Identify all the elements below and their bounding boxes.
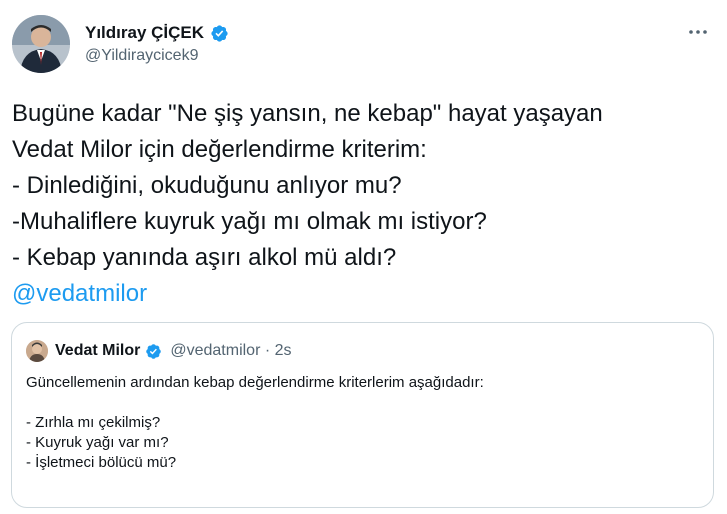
quoted-text-line: - Kuyruk yağı var mı? [26,434,169,451]
quoted-tweet[interactable]: Vedat Milor @vedatmilor · 2s Güncellemen… [11,322,714,508]
verified-badge-icon [210,24,229,43]
mention-link[interactable]: @vedatmilor [12,276,712,312]
more-horizontal-icon [689,30,707,34]
quoted-author-avatar [26,340,48,362]
quoted-tweet-text: Güncellemenin ardından kebap değerlendir… [26,373,696,473]
tweet-text-line: -Muhaliflere kuyruk yağı mı olmak mı ist… [12,208,487,235]
tweet-text-line: Vedat Milor için değerlendirme kriterim: [12,136,427,163]
more-options-button[interactable] [683,20,713,44]
quoted-text-line: Güncellemenin ardından kebap değerlendir… [26,374,484,391]
avatar-portrait-icon [26,340,48,362]
tweet-text-line: - Kebap yanında aşırı alkol mü aldı? [12,244,397,271]
quoted-text-line [26,393,696,413]
author-block: Yıldıray ÇİÇEK @Yildiraycicek9 [85,22,229,65]
tweet-text-line: Bugüne kadar "Ne şiş yansın, ne kebap" h… [12,100,603,127]
quoted-author-meta: @vedatmilor · 2s [170,342,292,359]
author-name-row: Yıldıray ÇİÇEK [85,22,229,44]
avatar-portrait-icon [12,15,70,73]
author-display-name[interactable]: Yıldıray ÇİÇEK [85,23,204,43]
tweet-text-line: - Dinlediğini, okuduğunu anlıyor mu? [12,172,402,199]
quoted-text-line: - Zırhla mı çekilmiş? [26,414,161,431]
tweet: Yıldıray ÇİÇEK @Yildiraycicek9 Bugüne ka… [0,0,727,514]
quoted-author-name: Vedat Milor [55,342,141,359]
quoted-text-line: - İşletmeci bölücü mü? [26,454,177,471]
tweet-text: Bugüne kadar "Ne şiş yansın, ne kebap" h… [12,96,712,312]
author-avatar[interactable] [12,15,70,73]
quoted-tweet-header: Vedat Milor @vedatmilor · 2s [26,340,292,362]
author-handle[interactable]: @Yildiraycicek9 [85,47,229,65]
verified-badge-icon [145,343,162,360]
